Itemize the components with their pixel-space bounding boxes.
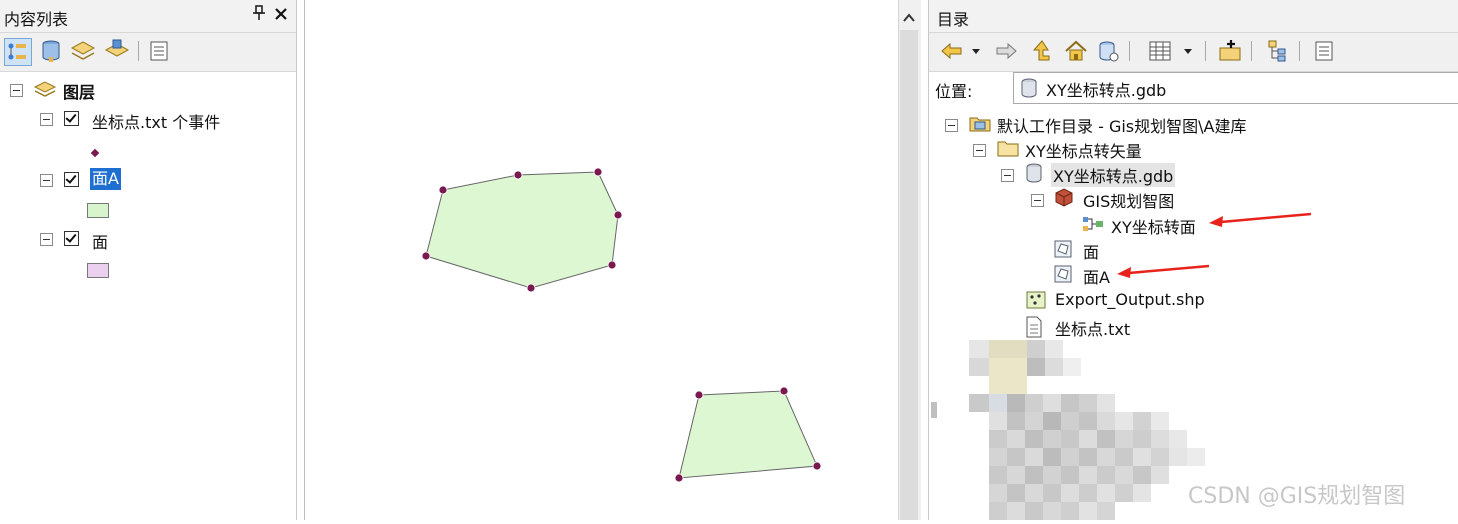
vertex-point xyxy=(593,167,603,177)
pin-icon[interactable] xyxy=(252,5,266,25)
map-canvas[interactable] xyxy=(305,0,899,520)
forward-icon[interactable] xyxy=(993,38,1019,64)
layer-expander-points[interactable] xyxy=(40,113,53,126)
tree-text-file-label[interactable]: 坐标点.txt xyxy=(1055,316,1130,340)
layers-root-label: 图层 xyxy=(63,83,96,102)
tree-gdb-label[interactable]: XY坐标转点.gdb xyxy=(1051,163,1176,187)
model-tool-icon xyxy=(1081,214,1103,232)
list-by-drawing-order-icon[interactable] xyxy=(4,38,32,66)
vertex-point xyxy=(674,473,684,483)
list-by-source-icon[interactable] xyxy=(38,38,64,64)
options-icon[interactable] xyxy=(1311,38,1337,64)
scrollbar-thumb[interactable] xyxy=(900,30,918,520)
tree-options-icon[interactable] xyxy=(1265,38,1291,64)
location-label: 位置: xyxy=(935,82,973,101)
catalog-toolbar xyxy=(929,33,1458,72)
scroll-up-icon[interactable] xyxy=(903,8,915,27)
tree-dataset-label[interactable]: GIS规划智图 xyxy=(1083,188,1174,212)
add-data-icon[interactable] xyxy=(1217,38,1243,64)
folder-connection-icon xyxy=(969,113,991,132)
text-file-icon xyxy=(1025,316,1045,338)
watermark: CSDN @GIS规划智图 xyxy=(1188,484,1406,509)
shapefile-icon xyxy=(1025,290,1046,309)
layers-expander[interactable] xyxy=(10,84,23,97)
close-icon[interactable] xyxy=(274,6,288,25)
point-symbol xyxy=(90,143,100,162)
vertex-point xyxy=(613,210,623,220)
layers-icon xyxy=(33,79,57,103)
toc-toolbar xyxy=(0,33,296,72)
catalog-title-bar: 目录 xyxy=(929,0,1458,33)
location-input[interactable]: XY坐标转点.gdb xyxy=(1013,72,1458,104)
views-icon[interactable] xyxy=(1147,38,1173,64)
vertex-point xyxy=(526,283,536,293)
layer-visibility-checkbox-mian[interactable] xyxy=(64,231,79,246)
back-icon[interactable] xyxy=(939,38,965,64)
toolbar-separator xyxy=(1205,41,1206,61)
toolbar-separator xyxy=(138,41,139,61)
list-by-selection-icon[interactable] xyxy=(104,38,130,64)
polygon-symbol-mian-a xyxy=(87,203,109,218)
up-one-level-icon[interactable] xyxy=(1029,38,1055,64)
geodatabase-icon xyxy=(1020,78,1038,102)
folder-icon xyxy=(997,138,1019,157)
tree-root-label[interactable]: 默认工作目录 - Gis规划智图\A建库 xyxy=(997,113,1246,137)
vertex-point xyxy=(421,251,431,261)
tree-feature-class-1-label[interactable]: 面 xyxy=(1083,239,1099,263)
layer-visibility-checkbox-points[interactable] xyxy=(64,111,79,126)
tree-expander-gdb[interactable] xyxy=(1001,169,1014,182)
layer-name-mian[interactable]: 面 xyxy=(92,229,108,253)
layer-name-mian-a[interactable]: 面A xyxy=(90,168,121,190)
tree-shapefile-label[interactable]: Export_Output.shp xyxy=(1055,290,1205,309)
polygon-feature-class-icon xyxy=(1053,264,1073,283)
tree-expander-root[interactable] xyxy=(945,119,958,132)
annotation-arrow xyxy=(1209,212,1312,227)
layer-expander-mian-a[interactable] xyxy=(40,174,53,187)
polygon-feature-2 xyxy=(678,390,818,479)
home-icon[interactable] xyxy=(1063,38,1089,64)
polygon-feature-1 xyxy=(425,171,619,289)
layer-expander-mian[interactable] xyxy=(40,233,53,246)
toolbar-separator xyxy=(1251,41,1252,61)
views-dropdown-icon[interactable] xyxy=(1181,38,1195,64)
tree-folder-label[interactable]: XY坐标点转矢量 xyxy=(1025,138,1142,162)
tree-toolbox-item-label[interactable]: XY坐标转面 xyxy=(1111,214,1196,238)
map-view[interactable] xyxy=(304,0,899,520)
vertex-point xyxy=(812,461,822,471)
layer-visibility-checkbox-mian-a[interactable] xyxy=(64,172,79,187)
connect-folder-icon[interactable] xyxy=(1095,38,1121,64)
dropdown-icon[interactable] xyxy=(969,38,983,64)
tree-feature-class-2-label[interactable]: 面A xyxy=(1083,264,1110,288)
options-icon[interactable] xyxy=(146,38,172,64)
annotation-arrow xyxy=(1117,264,1210,278)
vertex-point xyxy=(694,390,704,400)
toc-title: 内容列表 xyxy=(4,10,69,29)
layer-name-points[interactable]: 坐标点.txt 个事件 xyxy=(92,109,220,133)
table-of-contents-panel: 内容列表 图层 坐标点.txt 个事件 面A 面 xyxy=(0,0,297,520)
vertex-point xyxy=(513,170,523,180)
location-value: XY坐标转点.gdb xyxy=(1046,81,1167,100)
toc-title-bar: 内容列表 xyxy=(0,0,296,33)
polygon-feature-class-icon xyxy=(1053,239,1073,258)
vertex-point xyxy=(779,386,789,396)
catalog-panel: 目录 位置: XY坐标转点.gdb 默认工作目录 - Gis规划智图\A建库 X… xyxy=(928,0,1458,520)
list-by-visibility-icon[interactable] xyxy=(70,38,96,64)
polygon-symbol-mian xyxy=(87,263,109,278)
vertex-point xyxy=(607,260,617,270)
tree-expander-dataset[interactable] xyxy=(1031,194,1044,207)
vertex-point xyxy=(438,185,448,195)
toolbox-icon xyxy=(1053,187,1073,207)
catalog-title: 目录 xyxy=(937,10,970,29)
toolbar-separator xyxy=(1299,41,1300,61)
splitter-handle[interactable] xyxy=(931,402,937,418)
geodatabase-icon xyxy=(1025,163,1045,183)
tree-expander-folder[interactable] xyxy=(973,144,986,157)
toolbar-separator xyxy=(1129,41,1130,61)
